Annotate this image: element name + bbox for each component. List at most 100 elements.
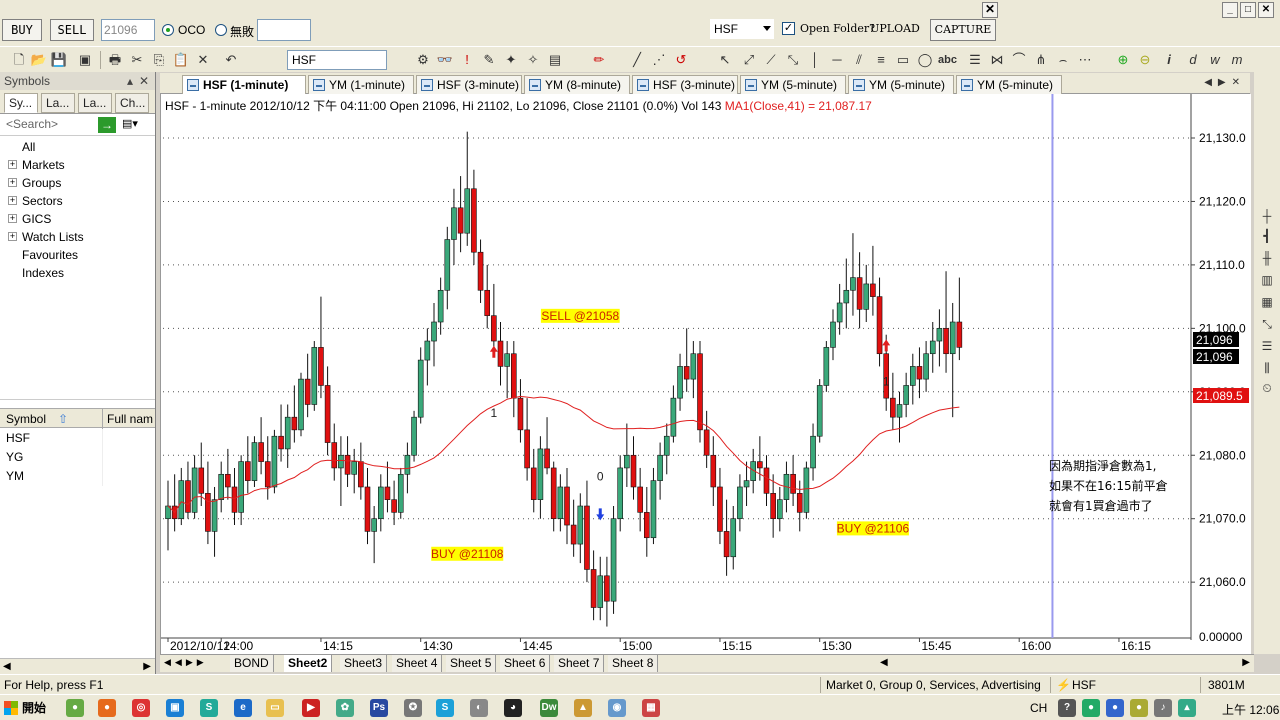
candle[interactable] — [391, 499, 397, 513]
candle[interactable] — [491, 315, 497, 342]
channel-icon[interactable]: ≡ — [872, 51, 890, 69]
candle[interactable] — [344, 454, 351, 475]
symbols-tab-0[interactable]: Sy... — [4, 93, 38, 113]
sheet-tab[interactable]: Sheet2 — [284, 655, 333, 672]
sheet-tab[interactable]: Sheet3 — [340, 655, 388, 672]
candle[interactable] — [856, 277, 863, 310]
table-row[interactable]: YG — [0, 448, 155, 467]
candle[interactable] — [737, 486, 743, 520]
candle[interactable] — [404, 454, 411, 475]
curve-icon[interactable]: ↺ — [672, 51, 690, 69]
candle[interactable] — [643, 512, 650, 539]
pin-icon[interactable]: ▴ — [127, 72, 133, 90]
candle[interactable] — [497, 340, 504, 367]
candle[interactable] — [384, 486, 391, 500]
zoom-out-icon[interactable]: ⊖ — [1136, 51, 1154, 69]
candle[interactable] — [331, 442, 338, 469]
candle[interactable] — [577, 505, 584, 545]
magic-icon[interactable]: ✧ — [524, 51, 542, 69]
chart-tab[interactable]: HSF (3-minute) — [416, 75, 522, 94]
close-icon[interactable]: ✕ — [139, 72, 149, 90]
candle[interactable] — [929, 340, 936, 355]
save-icon[interactable]: 💾 — [50, 51, 68, 69]
app-icon[interactable]: ▦ — [642, 699, 660, 717]
symbols-tab-3[interactable]: Ch... — [115, 93, 149, 113]
candle[interactable] — [291, 416, 298, 431]
chart-tab[interactable]: YM (5-minute) — [956, 75, 1062, 94]
candle[interactable] — [530, 467, 537, 500]
link-icon[interactable]: ⚙ — [414, 51, 432, 69]
candle[interactable] — [677, 366, 683, 399]
candle[interactable] — [743, 480, 750, 488]
candle[interactable] — [471, 188, 477, 253]
candle[interactable] — [896, 404, 903, 418]
candle[interactable] — [816, 385, 823, 437]
window-minimize-button[interactable]: _ — [1222, 2, 1238, 18]
app-icon[interactable]: ▣ — [166, 699, 184, 717]
expand-icon[interactable]: + — [8, 214, 17, 223]
sheet-nav-arrows[interactable]: ◀◀▶▶ — [164, 657, 208, 668]
candle[interactable] — [557, 486, 564, 520]
grid-icon[interactable]: ▦ — [1259, 294, 1275, 310]
candle[interactable] — [517, 397, 524, 431]
candle[interactable] — [863, 283, 870, 310]
candle[interactable] — [358, 461, 364, 488]
tree-item[interactable]: Favourites — [0, 246, 155, 264]
candle[interactable] — [909, 366, 916, 386]
candle[interactable] — [477, 251, 484, 291]
candle[interactable] — [211, 499, 218, 532]
candle[interactable] — [298, 378, 304, 431]
volume-icon[interactable]: ♪ — [1154, 699, 1172, 717]
sheet-tab[interactable]: Sheet 4 — [392, 655, 443, 672]
buy-button[interactable]: BUY — [2, 19, 42, 41]
monthly-icon[interactable]: m — [1228, 51, 1246, 69]
rectangle-icon[interactable]: ▭ — [894, 51, 912, 69]
order-symbol-select[interactable]: HSF — [710, 19, 774, 39]
candle[interactable] — [604, 575, 610, 602]
tray-language[interactable]: CH — [1030, 701, 1047, 715]
candle[interactable] — [251, 442, 258, 481]
tree-item[interactable]: + GICS — [0, 210, 155, 228]
candle[interactable] — [225, 473, 231, 488]
candle[interactable] — [537, 448, 544, 500]
app-icon[interactable]: ◐ — [470, 699, 488, 717]
candle[interactable] — [284, 416, 291, 450]
horizontal-line-icon[interactable]: ─ — [828, 51, 846, 69]
sort-icon[interactable]: ⇧ — [58, 412, 68, 426]
candle[interactable] — [304, 378, 311, 405]
paste-icon[interactable]: 📋 — [172, 51, 190, 69]
order-extra-input[interactable] — [257, 19, 311, 41]
candle[interactable] — [923, 353, 929, 380]
candle[interactable] — [324, 385, 331, 443]
candle[interactable] — [264, 461, 271, 488]
glasses-icon[interactable]: 👓 — [436, 51, 454, 69]
candle[interactable] — [437, 289, 444, 323]
candle[interactable] — [205, 493, 211, 532]
new-file-icon[interactable]: 🗋 — [10, 51, 28, 69]
app-icon[interactable]: ✪ — [404, 699, 422, 717]
table-row[interactable]: HSF — [0, 429, 155, 448]
candle[interactable] — [444, 239, 451, 291]
cycles-icon[interactable]: ⌢ — [1054, 51, 1072, 69]
expand-icon[interactable]: + — [8, 196, 17, 205]
order-bar-close-icon[interactable]: ✕ — [982, 2, 998, 18]
candle[interactable] — [351, 461, 357, 475]
candle[interactable] — [484, 289, 491, 316]
candle[interactable] — [338, 454, 344, 469]
app-icon[interactable]: ◉ — [608, 699, 626, 717]
candle[interactable] — [504, 353, 510, 367]
print-icon[interactable]: 🖶 — [106, 51, 124, 69]
candle[interactable] — [311, 347, 318, 405]
app-icon[interactable]: ✿ — [336, 699, 354, 717]
dotted-line-icon[interactable]: ⋰ — [650, 51, 668, 69]
candle[interactable] — [690, 353, 697, 380]
network-icon[interactable]: ▴ — [1178, 699, 1196, 717]
scroll-right-icon[interactable]: ▶ — [143, 661, 151, 672]
scroll-right-icon[interactable]: ▶ — [1242, 657, 1250, 668]
candle[interactable] — [956, 321, 963, 348]
tree-item[interactable]: + Groups — [0, 174, 155, 192]
fibonacci-icon[interactable]: ☰ — [966, 51, 984, 69]
candle[interactable] — [278, 435, 284, 450]
price-input[interactable]: 21096 — [101, 19, 155, 41]
chart-vertical-scrollbar[interactable] — [1254, 472, 1280, 654]
